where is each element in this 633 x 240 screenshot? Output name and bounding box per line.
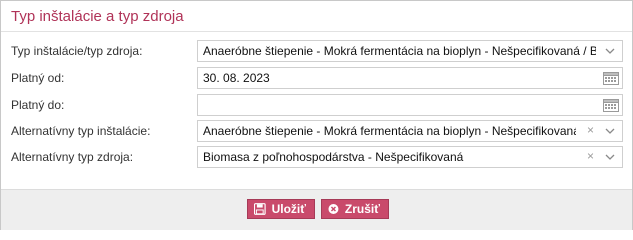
form-row-alt-installation-type: Alternatívny typ inštalácie: Anaeróbne š… (1, 120, 632, 142)
installation-source-type-select[interactable]: Anaeróbne štiepenie - Mokrá fermentácia … (197, 40, 623, 62)
alt-installation-type-value: Anaeróbne štiepenie - Mokrá fermentácia … (203, 124, 576, 138)
dialog-header: Typ inštalácie a typ zdroja (1, 1, 632, 32)
installation-source-type-value: Anaeróbne štiepenie - Mokrá fermentácia … (203, 44, 596, 58)
alt-source-type-select[interactable]: Biomasa z poľnohospodárstva - Nešpecifik… (197, 146, 623, 168)
valid-to-date-input[interactable] (197, 94, 623, 116)
valid-from-date-input[interactable]: 30. 08. 2023 (197, 67, 623, 89)
form-row-valid-from: Platný od: 30. 08. 2023 (1, 67, 632, 89)
save-icon (254, 203, 266, 215)
alt-source-type-label: Alternatívny typ zdroja: (11, 150, 134, 164)
alt-installation-type-select[interactable]: Anaeróbne štiepenie - Mokrá fermentácia … (197, 120, 623, 142)
dialog-title: Typ inštalácie a typ zdroja (11, 8, 184, 25)
chevron-down-icon[interactable] (604, 125, 616, 137)
alt-source-type-value: Biomasa z poľnohospodárstva - Nešpecifik… (203, 150, 464, 164)
valid-from-value: 30. 08. 2023 (203, 71, 270, 85)
save-button[interactable]: Uložiť (247, 199, 315, 219)
save-button-label: Uložiť (271, 202, 306, 216)
form-row-alt-source-type: Alternatívny typ zdroja: Biomasa z poľno… (1, 146, 632, 168)
chevron-down-icon[interactable] (604, 151, 616, 163)
dialog: Typ inštalácie a typ zdroja Typ inštalác… (0, 0, 633, 230)
form-row-installation-source-type: Typ inštalácie/typ zdroja: Anaeróbne šti… (1, 40, 632, 62)
dialog-footer: Uložiť Zrušiť (1, 189, 632, 230)
cancel-button-label: Zrušiť (344, 202, 380, 216)
alt-installation-type-label: Alternatívny typ inštalácie: (11, 124, 151, 138)
calendar-icon[interactable] (603, 98, 619, 112)
cancel-button[interactable]: Zrušiť (321, 199, 389, 219)
clear-icon[interactable]: × (587, 149, 594, 163)
form-row-valid-to: Platný do: (1, 94, 632, 116)
chevron-down-icon[interactable] (604, 45, 616, 57)
valid-to-label: Platný do: (11, 98, 65, 112)
installation-source-type-label: Typ inštalácie/typ zdroja: (11, 44, 143, 58)
cancel-icon (328, 204, 339, 214)
valid-from-label: Platný od: (11, 71, 65, 85)
clear-icon[interactable]: × (587, 123, 594, 137)
calendar-icon[interactable] (603, 71, 619, 85)
